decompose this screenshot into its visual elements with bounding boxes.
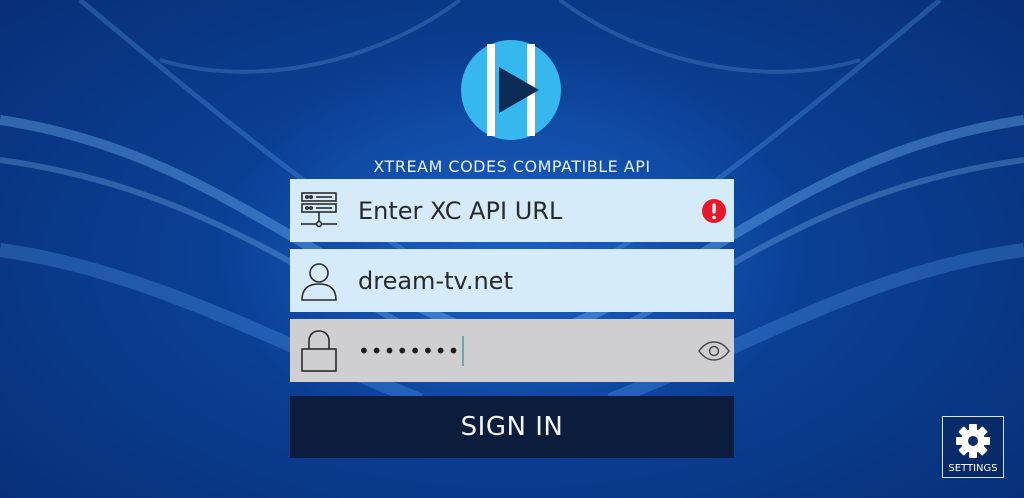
user-icon — [290, 249, 348, 312]
error-icon — [694, 179, 734, 242]
text-caret — [462, 335, 465, 366]
password-input[interactable]: •••••••• — [348, 335, 694, 366]
gear-icon — [956, 424, 990, 458]
username-field[interactable]: dream-tv.net — [290, 249, 734, 312]
play-logo-icon — [461, 40, 561, 140]
server-icon — [290, 179, 348, 242]
username-input[interactable]: dream-tv.net — [348, 267, 734, 295]
settings-label: SETTINGS — [948, 463, 998, 474]
api-url-input[interactable]: Enter XC API URL — [348, 197, 694, 225]
api-url-field[interactable]: Enter XC API URL — [290, 179, 734, 242]
password-masked-value: •••••••• — [358, 338, 461, 363]
lock-icon — [290, 319, 348, 382]
settings-button[interactable]: SETTINGS — [942, 416, 1004, 478]
api-title: XTREAM CODES COMPATIBLE API — [373, 157, 651, 176]
sign-in-button[interactable]: SIGN IN — [290, 396, 734, 458]
app-logo — [461, 40, 561, 140]
eye-icon[interactable] — [694, 319, 734, 382]
password-field[interactable]: •••••••• — [290, 319, 734, 382]
